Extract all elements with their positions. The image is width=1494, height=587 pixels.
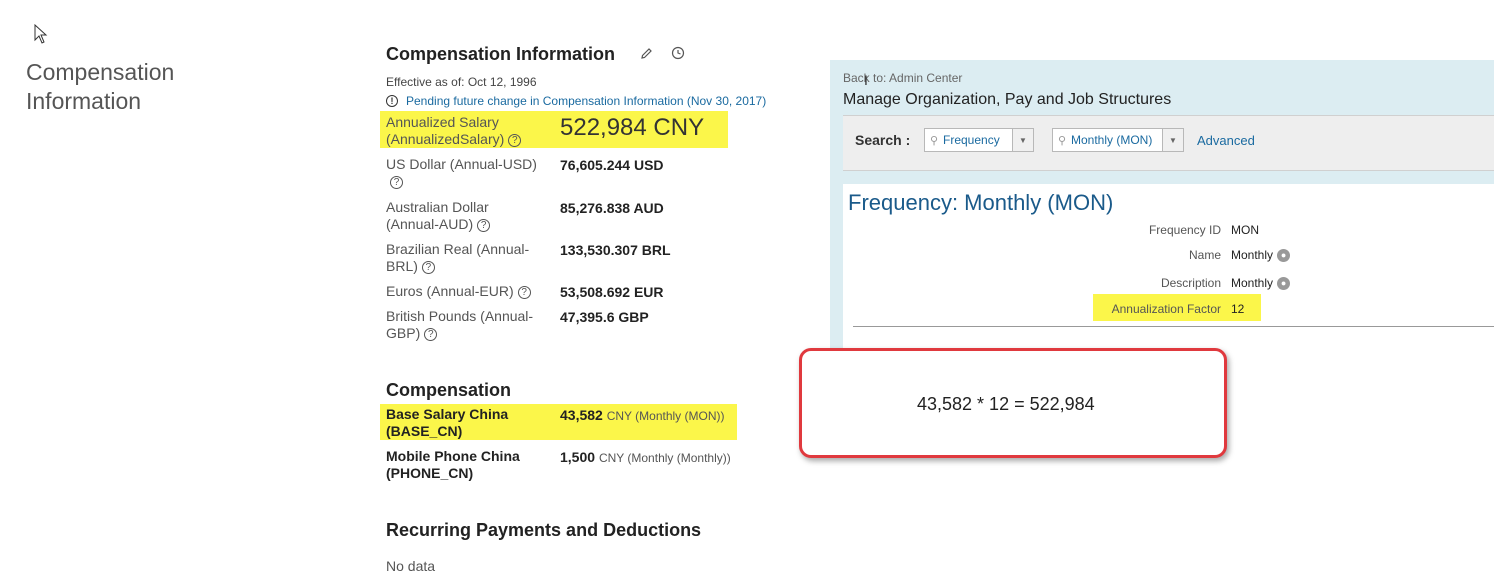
back-to-admin-link[interactable]: Back to: Admin Center	[843, 71, 962, 85]
info-icon: !	[386, 95, 398, 107]
aud-value: 85,276.838 AUD	[560, 200, 664, 216]
clock-icon[interactable]	[671, 46, 685, 60]
recurring-payments-title: Recurring Payments and Deductions	[386, 520, 702, 540]
base-salary-value: 43,582 CNY (Monthly (MON))	[560, 407, 725, 423]
help-icon[interactable]: ?	[517, 285, 531, 299]
pending-change-text[interactable]: Pending future change in Compensation In…	[406, 94, 766, 108]
compensation-title: Compensation	[386, 380, 512, 400]
section-title-line2: Information	[26, 88, 142, 114]
page-section-title: Compensation Information	[26, 58, 226, 116]
brl-label: Brazilian Real (Annual- BRL)?	[386, 241, 530, 274]
usd-label: US Dollar (Annual-USD) ?	[386, 156, 537, 189]
help-icon[interactable]: ?	[424, 327, 438, 341]
chevron-down-icon[interactable]: ▼	[1162, 129, 1183, 151]
name-value: Monthly ●	[1231, 248, 1291, 262]
section-title-line1: Compensation	[26, 59, 175, 85]
advanced-search-link[interactable]: Advanced	[1197, 133, 1255, 148]
help-icon[interactable]: ?	[508, 133, 522, 147]
base-salary-label: Base Salary China (BASE_CN)	[386, 406, 509, 439]
pencil-icon[interactable]	[640, 47, 653, 60]
search-icon: ⚲	[929, 134, 939, 147]
mobile-phone-label: Mobile Phone China (PHONE_CN)	[386, 448, 520, 481]
help-icon[interactable]: ?	[421, 260, 435, 274]
text-cursor-icon: I	[864, 72, 868, 88]
manage-structures-title: Manage Organization, Pay and Job Structu…	[843, 91, 1172, 108]
pending-change-link[interactable]: ! Pending future change in Compensation …	[386, 94, 766, 108]
search-label: Search :	[855, 132, 911, 148]
compensation-information-title: Compensation Information	[386, 44, 615, 64]
chevron-down-icon[interactable]: ▼	[1012, 129, 1033, 151]
usd-value: 76,605.244 USD	[560, 157, 664, 173]
effective-date: Effective as of: Oct 12, 1996	[386, 75, 537, 89]
globe-icon[interactable]: ●	[1277, 248, 1291, 262]
mouse-pointer-icon	[34, 24, 48, 44]
frequency-id-value: MON	[1231, 223, 1259, 237]
globe-icon[interactable]: ●	[1277, 276, 1291, 290]
help-icon[interactable]: ?	[390, 175, 403, 189]
eur-label: Euros (Annual-EUR)?	[386, 283, 531, 300]
eur-value: 53,508.692 EUR	[560, 284, 664, 300]
annualized-salary-value: 522,984 CNY	[560, 114, 705, 141]
annualization-factor-label: Annualization Factor	[1111, 302, 1221, 316]
brl-value: 133,530.307 BRL	[560, 242, 671, 258]
frequency-id-label: Frequency ID	[1148, 223, 1221, 237]
description-label: Description	[1160, 276, 1221, 290]
annualization-factor-value: 12	[1231, 302, 1245, 316]
divider	[853, 326, 1494, 327]
search-icon: ⚲	[1057, 134, 1067, 147]
no-data-text: No data	[386, 558, 436, 574]
search-value-dropdown[interactable]: ⚲ Monthly (MON) ▼	[1052, 128, 1184, 152]
frequency-heading: Frequency: Monthly (MON)	[848, 190, 1114, 215]
name-label: Name	[1188, 248, 1221, 262]
formula-text: 43,582 * 12 = 522,984	[917, 394, 1095, 414]
gbp-value: 47,395.6 GBP	[560, 309, 649, 325]
description-value: Monthly ●	[1231, 276, 1291, 290]
gbp-label: British Pounds (Annual- GBP)?	[386, 308, 534, 341]
search-type-dropdown[interactable]: ⚲ Frequency ▼	[924, 128, 1034, 152]
mobile-phone-value: 1,500 CNY (Monthly (Monthly))	[560, 449, 731, 465]
aud-label: Australian Dollar (Annual-AUD)?	[386, 199, 491, 232]
annualized-salary-label: Annualized Salary (AnnualizedSalary)?	[386, 114, 522, 148]
help-icon[interactable]: ?	[477, 218, 491, 232]
